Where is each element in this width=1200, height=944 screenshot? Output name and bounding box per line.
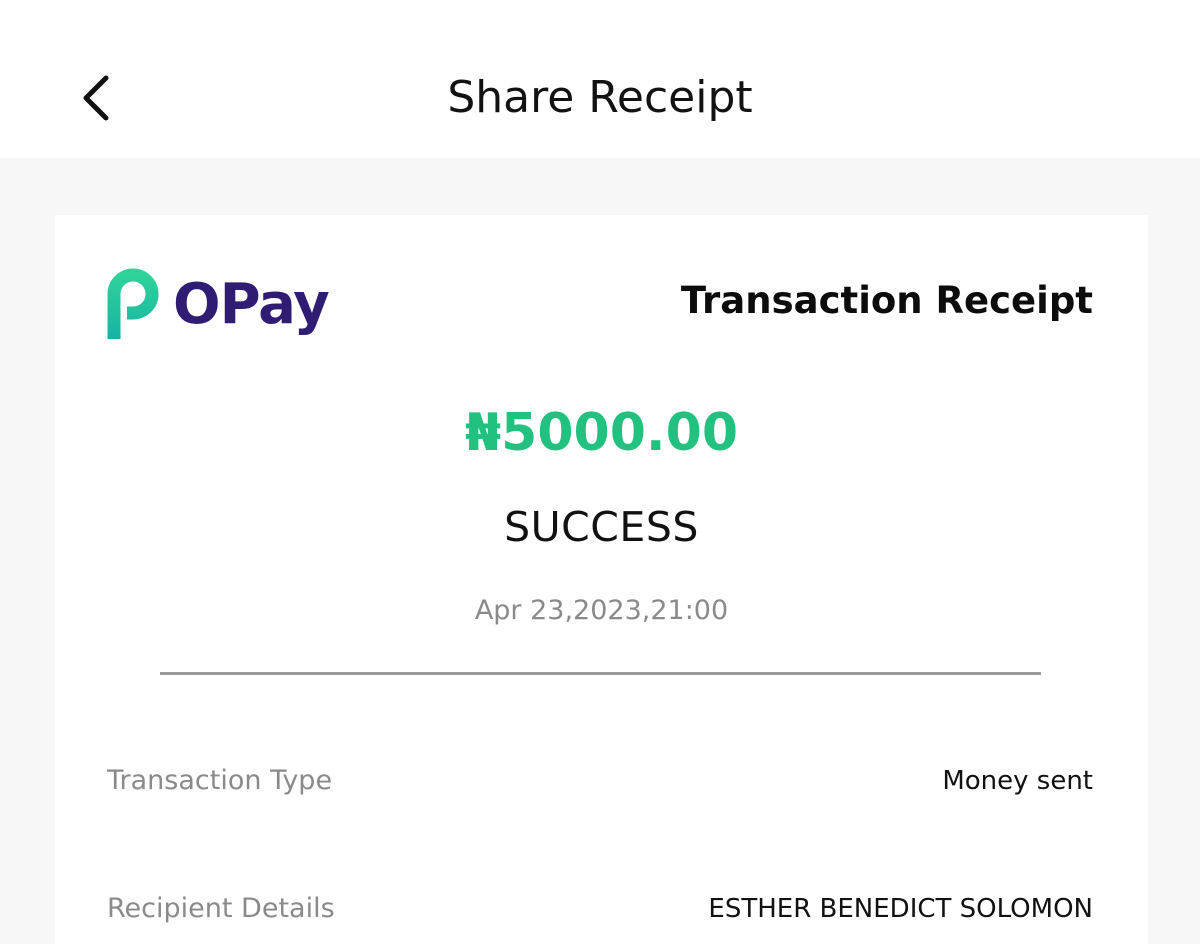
brand-name: OPay <box>173 272 330 337</box>
detail-value: Money sent <box>942 766 1093 796</box>
transaction-amount: ₦5000.00 <box>464 403 739 463</box>
detail-row-transaction-type: Transaction Type Money sent <box>107 765 1093 796</box>
detail-row-recipient-details: Recipient Details ESTHER BENEDICT SOLOMO… <box>107 893 1093 924</box>
divider <box>160 672 1041 675</box>
app-header: Share Receipt <box>0 0 1200 158</box>
transaction-status: SUCCESS <box>504 503 699 551</box>
detail-value: ESTHER BENEDICT SOLOMON <box>708 894 1093 924</box>
receipt-title: Transaction Receipt <box>680 279 1093 322</box>
page-title: Share Receipt <box>447 72 753 123</box>
detail-label: Recipient Details <box>107 893 335 924</box>
chevron-left-icon <box>83 75 109 121</box>
back-button[interactable] <box>66 68 126 128</box>
opay-logo: OPay <box>105 265 330 345</box>
detail-label: Transaction Type <box>107 765 333 796</box>
transaction-datetime: Apr 23,2023,21:00 <box>474 595 729 626</box>
receipt-card: OPay Transaction Receipt ₦5000.00 SUCCES… <box>55 215 1148 944</box>
opay-logo-mark-icon <box>107 268 159 339</box>
